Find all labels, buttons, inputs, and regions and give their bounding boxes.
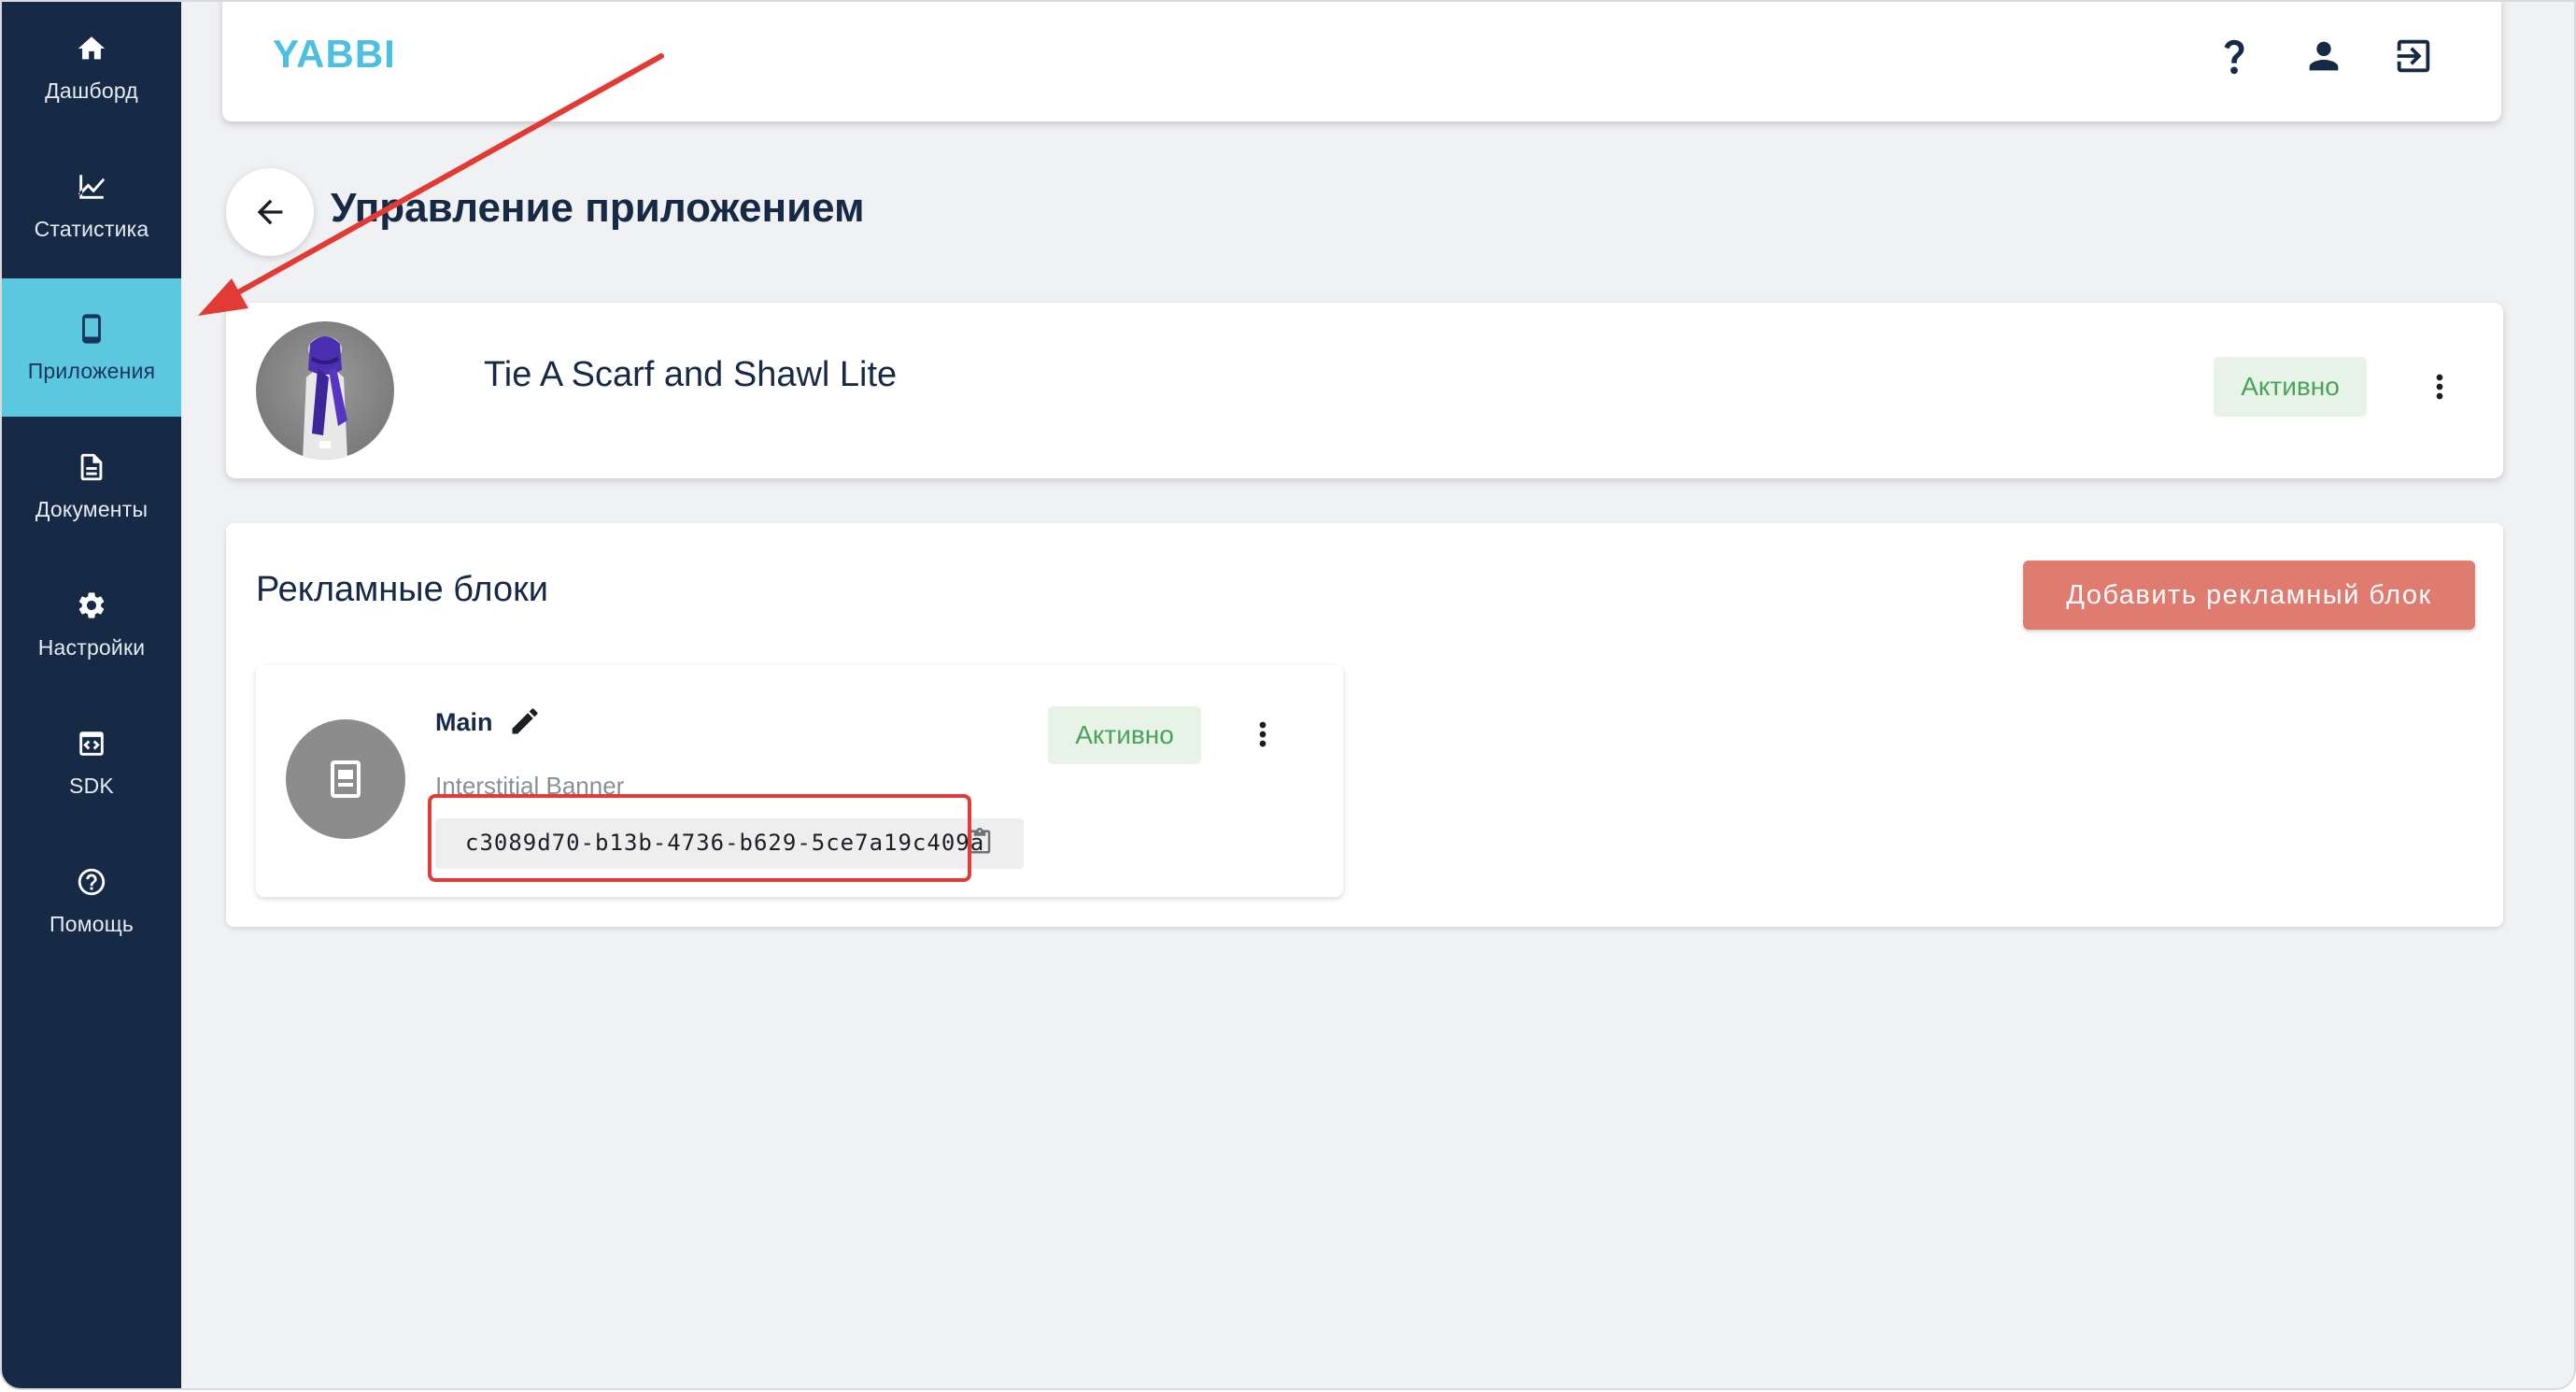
top-bar: YABBI	[222, 2, 2501, 121]
ad-unit-type: Interstitial Banner	[435, 772, 625, 800]
gear-icon	[75, 589, 108, 622]
sidebar-item-statistics[interactable]: Статистика	[2, 136, 181, 275]
home-icon	[75, 32, 108, 65]
sidebar-item-label: Приложения	[27, 358, 156, 383]
sidebar: Дашборд Статистика Приложения Документы …	[2, 2, 181, 1388]
add-ad-block-button[interactable]: Добавить рекламный блок	[2023, 561, 2475, 630]
sidebar-item-label: Дашборд	[45, 78, 138, 103]
app-name: Tie A Scarf and Shawl Lite	[484, 355, 898, 394]
ad-unit-more-options-icon[interactable]	[1244, 706, 1281, 762]
sidebar-item-sdk[interactable]: SDK	[2, 693, 181, 831]
ad-blocks-title: Рекламные блоки	[256, 570, 548, 609]
scarf-mannequin-image	[303, 336, 347, 460]
ad-unit-card: Main Interstitial Banner c3089d70-b13b-4…	[256, 665, 1343, 897]
logout-icon[interactable]	[2389, 32, 2438, 80]
app-avatar	[256, 321, 394, 460]
chart-icon	[75, 170, 108, 204]
ad-unit-id-chip: c3089d70-b13b-4736-b629-5ce7a19c409a	[435, 818, 1024, 869]
status-badge: Активно	[2214, 357, 2367, 417]
edit-icon[interactable]	[508, 704, 542, 738]
ad-blocks-panel: Рекламные блоки Добавить рекламный блок …	[226, 523, 2503, 927]
sidebar-item-help[interactable]: Помощь	[2, 831, 181, 970]
yabbi-logo[interactable]: YABBI	[273, 32, 396, 77]
sidebar-item-settings[interactable]: Настройки	[2, 555, 181, 693]
ad-unit-id[interactable]: c3089d70-b13b-4736-b629-5ce7a19c409a	[465, 830, 984, 856]
sidebar-item-label: Документы	[35, 496, 149, 521]
ad-unit-status-badge: Активно	[1048, 706, 1201, 764]
sidebar-item-label: Помощь	[49, 911, 134, 936]
code-icon	[75, 727, 108, 760]
page-title: Управление приложением	[331, 185, 865, 231]
sidebar-item-label: Настройки	[37, 634, 146, 660]
more-options-icon[interactable]	[2421, 359, 2458, 415]
help-icon[interactable]	[2210, 32, 2258, 80]
phone-icon	[75, 312, 108, 346]
document-icon	[75, 450, 108, 484]
back-button[interactable]	[226, 168, 314, 256]
ad-unit-name: Main	[435, 708, 493, 736]
user-icon[interactable]	[2300, 32, 2348, 80]
copy-icon[interactable]	[966, 828, 998, 859]
app-card: Tie A Scarf and Shawl Lite Активно	[226, 303, 2503, 478]
sidebar-item-label: SDK	[69, 773, 114, 798]
help-icon	[75, 865, 108, 899]
ad-unit-avatar	[286, 719, 405, 839]
sidebar-item-applications[interactable]: Приложения	[2, 278, 181, 417]
sidebar-item-documents[interactable]: Документы	[2, 417, 181, 555]
tablet-icon	[331, 760, 361, 798]
sidebar-item-dashboard[interactable]: Дашборд	[2, 2, 181, 136]
sidebar-item-label: Статистика	[34, 216, 149, 241]
arrow-left-icon	[257, 199, 283, 225]
app-window: Дашборд Статистика Приложения Документы …	[0, 0, 2576, 1390]
